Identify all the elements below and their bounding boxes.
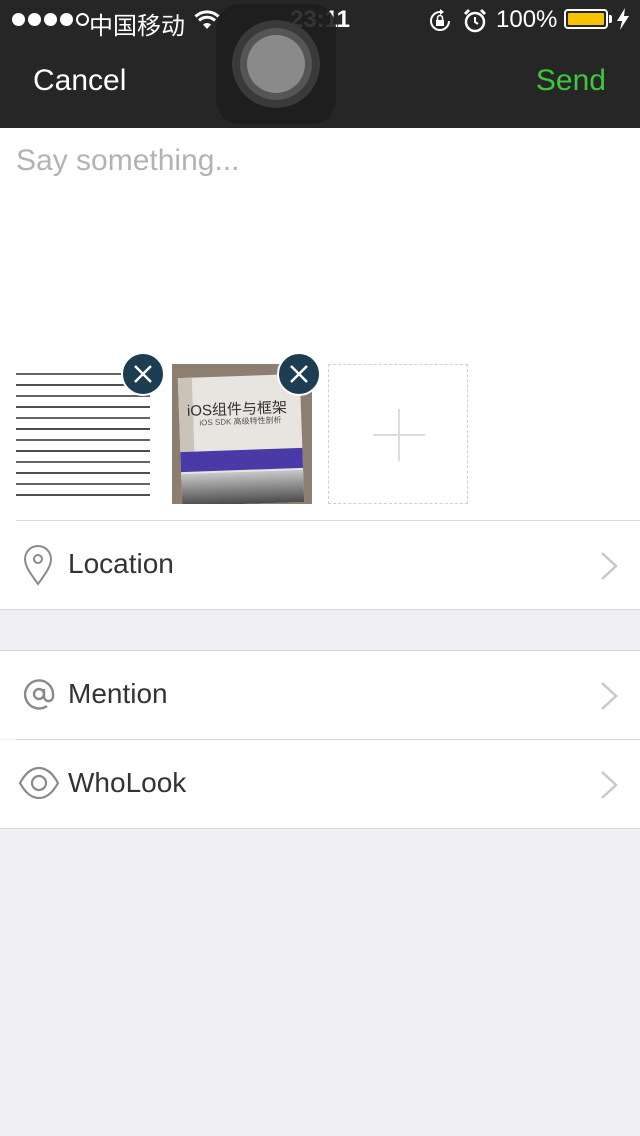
- compose-area: iOS组件与框架 iOS SDK 高级特性剖析 Location: [0, 128, 640, 609]
- location-pin-icon: [18, 543, 58, 592]
- close-icon: [134, 365, 152, 383]
- assistive-touch-button[interactable]: [216, 4, 336, 124]
- send-button[interactable]: Send: [536, 64, 606, 98]
- battery-percent: 100%: [496, 6, 558, 33]
- mention-row[interactable]: Mention: [0, 651, 640, 739]
- at-sign-icon: [18, 673, 60, 720]
- book-subtitle: iOS SDK 高级特性剖析: [199, 415, 282, 428]
- book-cover-image: iOS组件与框架 iOS SDK 高级特性剖析: [177, 373, 305, 504]
- charging-bolt-icon: [616, 8, 630, 37]
- message-input[interactable]: [16, 144, 616, 344]
- location-label: Location: [68, 548, 174, 579]
- battery-icon: [564, 9, 608, 29]
- wholook-label: WhoLook: [68, 767, 187, 798]
- plus-icon: [373, 409, 425, 461]
- mention-label: Mention: [68, 678, 168, 709]
- add-image-button[interactable]: [328, 364, 468, 504]
- top-bar: 中国移动 23:11 100%: [0, 0, 640, 128]
- cancel-button[interactable]: Cancel: [33, 64, 126, 98]
- remove-image-button[interactable]: [121, 352, 165, 396]
- close-icon: [290, 365, 308, 383]
- chevron-right-icon: [600, 770, 618, 805]
- wholook-row[interactable]: WhoLook: [0, 740, 640, 828]
- rotation-lock-icon: [428, 9, 452, 40]
- location-row[interactable]: Location: [0, 521, 640, 609]
- eye-icon: [18, 762, 60, 809]
- alarm-icon: [463, 8, 487, 41]
- divider: [0, 828, 640, 829]
- remove-image-button[interactable]: [277, 352, 321, 396]
- divider: [0, 609, 640, 610]
- chevron-right-icon: [600, 551, 618, 586]
- chevron-right-icon: [600, 681, 618, 716]
